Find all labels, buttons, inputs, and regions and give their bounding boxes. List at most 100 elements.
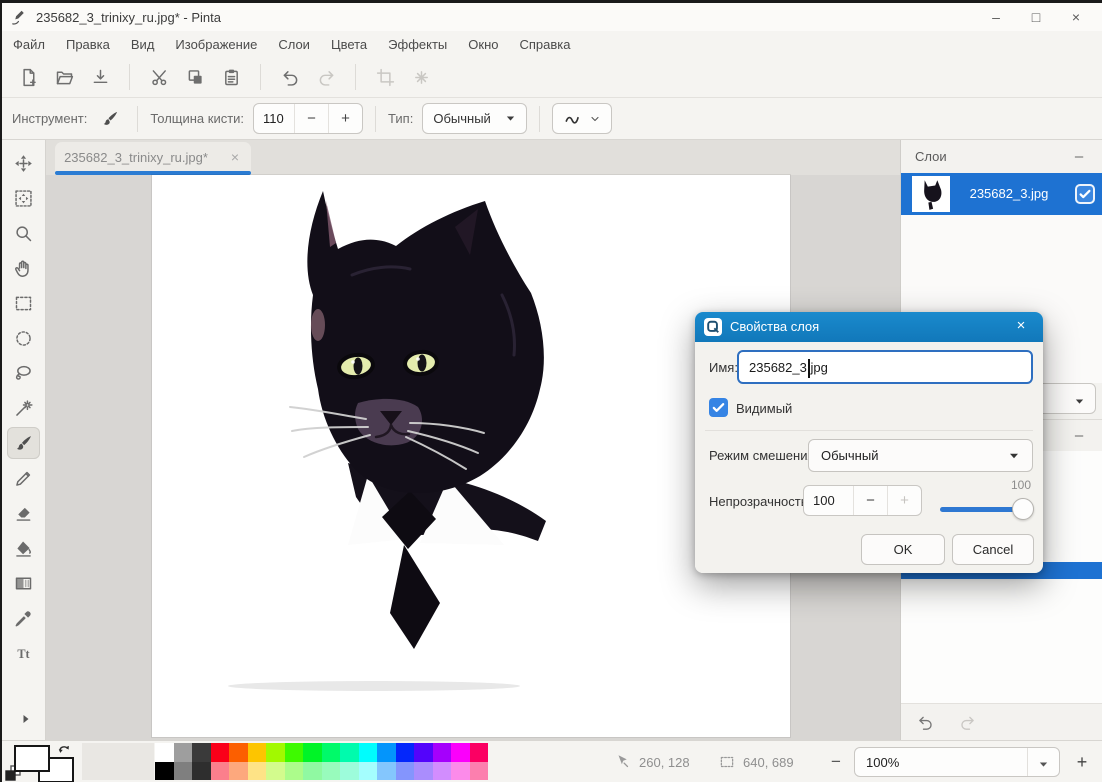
tool-lasso-select[interactable] bbox=[7, 357, 40, 389]
tool-eraser[interactable] bbox=[7, 497, 40, 529]
palette-swatch[interactable] bbox=[469, 761, 488, 780]
dialog-titlebar[interactable]: Свойства слоя × bbox=[695, 312, 1043, 342]
brush-width-increase-button[interactable]: + bbox=[328, 104, 362, 133]
palette-swatch[interactable] bbox=[451, 761, 470, 780]
tool-pan[interactable] bbox=[7, 252, 40, 284]
toolbar-open-image-button[interactable] bbox=[46, 60, 82, 94]
tool-paintbrush[interactable] bbox=[7, 427, 40, 459]
history-undo-button[interactable] bbox=[911, 709, 939, 735]
visible-checkbox[interactable] bbox=[709, 398, 728, 417]
menu-8[interactable]: Окно bbox=[468, 37, 498, 52]
tool-rectangle-select[interactable] bbox=[7, 287, 40, 319]
palette-swatch[interactable] bbox=[321, 761, 340, 780]
menu-4[interactable]: Изображение bbox=[175, 37, 257, 52]
current-tool-paintbrush-icon[interactable] bbox=[95, 104, 125, 134]
tool-move-selected[interactable] bbox=[7, 182, 40, 214]
brush-type-dropdown[interactable]: Обычный bbox=[422, 103, 527, 134]
zoom-in-button[interactable]: + bbox=[1068, 741, 1096, 782]
palette-swatch[interactable] bbox=[303, 743, 322, 762]
menu-2[interactable]: Правка bbox=[66, 37, 110, 52]
palette-swatch[interactable] bbox=[451, 743, 470, 762]
brush-width-decrease-button[interactable]: − bbox=[294, 104, 328, 133]
palette-swatch[interactable] bbox=[358, 761, 377, 780]
palette-swatch[interactable] bbox=[469, 743, 488, 762]
palette-swatch[interactable] bbox=[210, 761, 229, 780]
toolbox-expander-icon[interactable] bbox=[20, 712, 36, 728]
palette-swatch[interactable] bbox=[173, 761, 192, 780]
toolbar-paste-button[interactable] bbox=[213, 60, 249, 94]
toolbar-cut-button[interactable] bbox=[141, 60, 177, 94]
palette-swatch[interactable] bbox=[155, 761, 174, 780]
palette-swatch[interactable] bbox=[266, 761, 285, 780]
tool-magic-wand[interactable] bbox=[7, 392, 40, 424]
tool-ellipse-select[interactable] bbox=[7, 322, 40, 354]
menu-1[interactable]: Файл bbox=[13, 37, 45, 52]
tab-close-icon[interactable]: × bbox=[231, 149, 239, 165]
tool-zoom[interactable] bbox=[7, 217, 40, 249]
palette-swatch[interactable] bbox=[284, 761, 303, 780]
toolbar-redo-button[interactable] bbox=[308, 60, 344, 94]
palette-swatch[interactable] bbox=[395, 761, 414, 780]
history-panel-minimize-button[interactable]: – bbox=[1068, 424, 1090, 446]
palette-swatch[interactable] bbox=[432, 743, 451, 762]
menu-6[interactable]: Цвета bbox=[331, 37, 367, 52]
swap-colors-icon[interactable] bbox=[55, 741, 73, 758]
toolbar-deselect-button[interactable] bbox=[403, 60, 439, 94]
brush-width-value[interactable]: 110 bbox=[254, 104, 294, 133]
tool-color-picker[interactable] bbox=[7, 602, 40, 634]
opacity-value[interactable]: 100 bbox=[804, 486, 853, 515]
palette-swatch[interactable] bbox=[192, 761, 211, 780]
window-minimize-button[interactable]: – bbox=[976, 3, 1016, 31]
tool-gradient[interactable] bbox=[7, 567, 40, 599]
palette-swatch[interactable] bbox=[266, 743, 285, 762]
palette-swatch[interactable] bbox=[303, 761, 322, 780]
menu-9[interactable]: Справка bbox=[520, 37, 571, 52]
window-maximize-button[interactable]: □ bbox=[1016, 3, 1056, 31]
tool-move-selection[interactable] bbox=[7, 147, 40, 179]
menu-7[interactable]: Эффекты bbox=[388, 37, 447, 52]
layer-row-selected[interactable]: 235682_3.jpg bbox=[901, 173, 1102, 215]
palette-swatch[interactable] bbox=[247, 761, 266, 780]
zoom-level-dropdown[interactable]: 100% bbox=[854, 747, 1060, 777]
palette-swatch[interactable] bbox=[284, 743, 303, 762]
opacity-decrease-button[interactable]: − bbox=[853, 486, 887, 515]
stroke-style-dropdown[interactable] bbox=[551, 103, 612, 134]
palette-swatch[interactable] bbox=[377, 761, 396, 780]
menu-5[interactable]: Слои bbox=[278, 37, 310, 52]
blend-mode-dropdown[interactable]: Обычный bbox=[808, 439, 1033, 472]
dialog-close-button[interactable]: × bbox=[1011, 317, 1031, 337]
opacity-increase-button[interactable]: + bbox=[887, 486, 921, 515]
cancel-button[interactable]: Cancel bbox=[952, 534, 1034, 565]
opacity-slider-handle[interactable] bbox=[1012, 498, 1034, 520]
toolbar-save-button[interactable] bbox=[82, 60, 118, 94]
palette-swatch[interactable] bbox=[192, 743, 211, 762]
palette-swatch[interactable] bbox=[173, 743, 192, 762]
tool-paint-bucket[interactable] bbox=[7, 532, 40, 564]
palette-swatch[interactable] bbox=[414, 761, 433, 780]
palette-swatch[interactable] bbox=[414, 743, 433, 762]
tool-pencil[interactable] bbox=[7, 462, 40, 494]
menu-3[interactable]: Вид bbox=[131, 37, 155, 52]
document-tab[interactable]: 235682_3_trinixy_ru.jpg* × bbox=[55, 142, 251, 175]
palette-swatch[interactable] bbox=[340, 761, 359, 780]
toolbar-crop-to-selection-button[interactable] bbox=[367, 60, 403, 94]
layers-panel-minimize-button[interactable]: – bbox=[1068, 145, 1090, 167]
palette-swatch[interactable] bbox=[340, 743, 359, 762]
zoom-out-button[interactable]: − bbox=[822, 741, 850, 782]
palette-swatch[interactable] bbox=[247, 743, 266, 762]
toolbar-copy-button[interactable] bbox=[177, 60, 213, 94]
palette-swatch[interactable] bbox=[155, 743, 174, 762]
layer-visibility-checkbox[interactable] bbox=[1075, 184, 1095, 204]
window-close-button[interactable]: × bbox=[1056, 3, 1096, 31]
palette-swatch[interactable] bbox=[229, 743, 248, 762]
recent-colors-area[interactable] bbox=[82, 743, 154, 780]
palette-swatch[interactable] bbox=[377, 743, 396, 762]
tool-text[interactable]: Tt bbox=[7, 637, 40, 669]
ok-button[interactable]: OK bbox=[861, 534, 945, 565]
history-redo-button[interactable] bbox=[953, 709, 981, 735]
primary-color-swatch[interactable] bbox=[14, 745, 50, 772]
palette-swatch[interactable] bbox=[395, 743, 414, 762]
palette-swatch[interactable] bbox=[229, 761, 248, 780]
palette-swatch[interactable] bbox=[358, 743, 377, 762]
toolbar-undo-button[interactable] bbox=[272, 60, 308, 94]
